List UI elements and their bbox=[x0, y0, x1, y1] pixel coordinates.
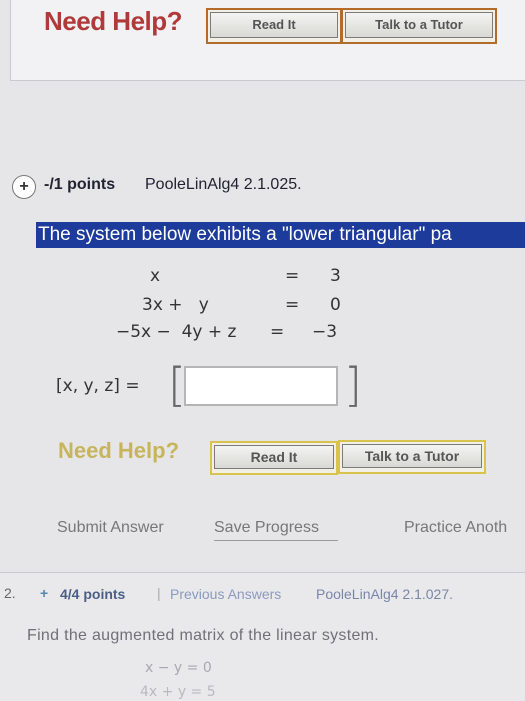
save-progress-button[interactable]: Save Progress bbox=[214, 519, 319, 537]
next-question-points: 4/4 points bbox=[60, 586, 126, 602]
talk-to-tutor-label: Talk to a Tutor bbox=[345, 12, 493, 38]
read-it-button-2[interactable]: Read It bbox=[210, 441, 338, 475]
need-help-heading: Need Help? bbox=[44, 6, 183, 36]
answer-label: [x, y, z] = bbox=[56, 376, 140, 396]
equation-3-equals: = bbox=[270, 322, 285, 342]
next-question-number: 2. bbox=[4, 585, 16, 601]
next-separator: | bbox=[157, 585, 161, 601]
talk-to-tutor-label-2: Talk to a Tutor bbox=[342, 444, 482, 468]
question-source: PooleLinAlg4 2.1.025. bbox=[145, 176, 302, 193]
next-equation-1: x − y = 0 bbox=[145, 660, 212, 676]
read-it-label: Read It bbox=[210, 12, 338, 38]
next-equation-2: 4x + y = 5 bbox=[140, 684, 216, 700]
equation-1-rhs: 3 bbox=[330, 266, 341, 286]
question-prompt: The system below exhibits a "lower trian… bbox=[36, 222, 525, 248]
read-it-button[interactable]: Read It bbox=[206, 8, 342, 44]
read-it-label-2: Read It bbox=[214, 445, 334, 469]
equation-1-equals: = bbox=[285, 266, 300, 286]
answer-input[interactable] bbox=[184, 366, 338, 406]
equation-1-lhs: x bbox=[150, 266, 161, 286]
need-help-heading-2: Need Help? bbox=[58, 438, 180, 463]
equation-2-rhs: 0 bbox=[330, 295, 341, 315]
talk-to-tutor-button[interactable]: Talk to a Tutor bbox=[341, 8, 497, 44]
next-expand-plus-icon[interactable]: + bbox=[40, 585, 48, 601]
equation-2-equals: = bbox=[285, 295, 300, 315]
practice-another-button[interactable]: Practice Anoth bbox=[404, 519, 507, 537]
next-question-source: PooleLinAlg4 2.1.027. bbox=[316, 586, 453, 602]
expand-plus-icon[interactable]: + bbox=[12, 175, 36, 199]
equation-2-lhs: 3x + y bbox=[142, 295, 209, 315]
talk-to-tutor-button-2[interactable]: Talk to a Tutor bbox=[338, 440, 486, 474]
previous-answers-link[interactable]: Previous Answers bbox=[170, 586, 281, 602]
next-question-prompt: Find the augmented matrix of the linear … bbox=[27, 627, 380, 644]
save-progress-underline bbox=[214, 540, 338, 541]
question-points: -/1 points bbox=[44, 176, 116, 193]
submit-answer-button[interactable]: Submit Answer bbox=[57, 519, 164, 537]
equation-3-lhs: −5x − 4y + z bbox=[116, 322, 237, 342]
right-bracket: ] bbox=[344, 358, 362, 412]
equation-3-rhs: −3 bbox=[312, 322, 338, 342]
